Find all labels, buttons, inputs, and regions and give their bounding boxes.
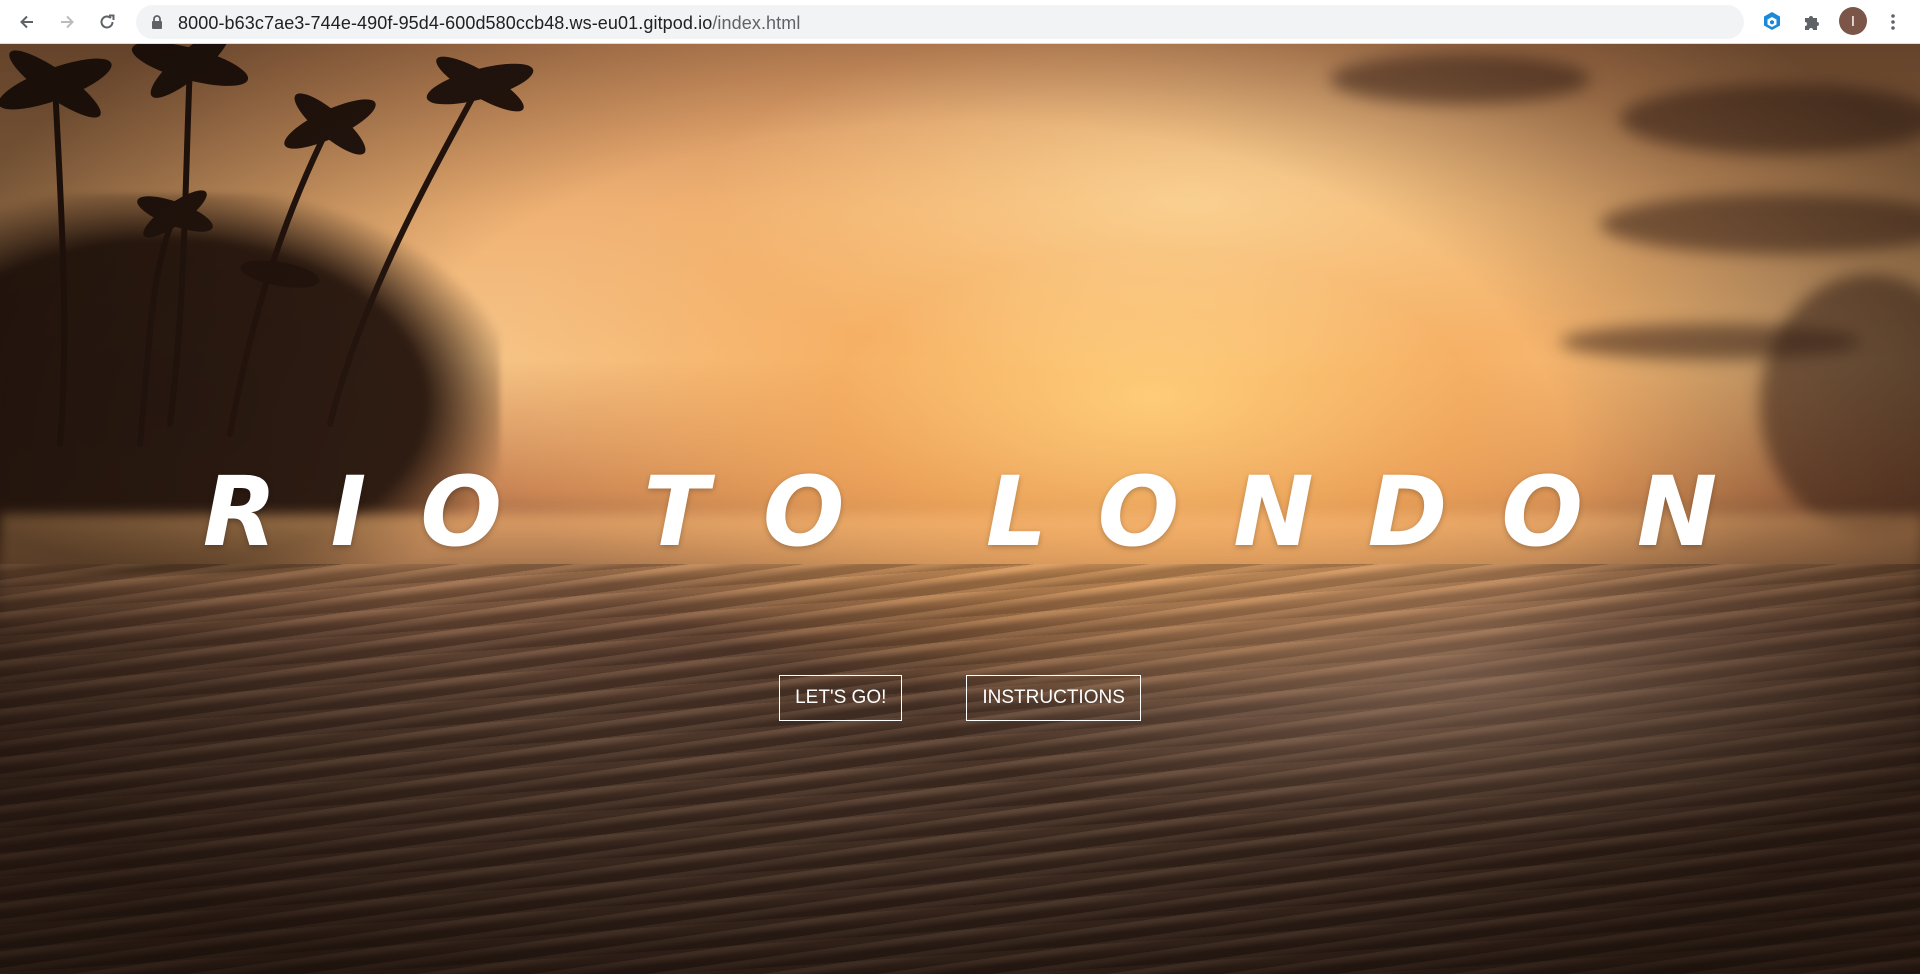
arrow-left-icon (20, 15, 33, 29)
forward-button[interactable] (53, 8, 81, 36)
page-title: RIO TO LONDON (202, 456, 1772, 569)
back-button[interactable] (13, 8, 41, 36)
browser-toolbar: 8000-b63c7ae3-744e-490f-95d4-600d580ccb4… (0, 0, 1920, 44)
arrow-right-icon (61, 15, 74, 29)
browser-menu-button[interactable] (1879, 8, 1907, 36)
url-text[interactable]: 8000-b63c7ae3-744e-490f-95d4-600d580ccb4… (178, 13, 800, 34)
lock-icon[interactable] (150, 14, 164, 30)
reload-button[interactable] (93, 8, 121, 36)
reload-icon (100, 14, 115, 29)
puzzle-icon (1805, 16, 1819, 30)
extension-button[interactable] (1758, 8, 1786, 36)
url-host: 8000-b63c7ae3-744e-490f-95d4-600d580ccb4… (178, 13, 713, 33)
cube-icon (1764, 12, 1780, 30)
url-path: /index.html (712, 13, 801, 33)
profile-avatar[interactable]: I (1839, 7, 1867, 35)
extensions-menu-button[interactable] (1798, 8, 1826, 36)
kebab-menu-icon (1891, 14, 1895, 30)
hero-actions: LET'S GO! INSTRUCTIONS (0, 675, 1920, 721)
lets-go-button[interactable]: LET'S GO! (779, 675, 903, 721)
instructions-button[interactable]: INSTRUCTIONS (966, 675, 1141, 721)
address-bar[interactable]: 8000-b63c7ae3-744e-490f-95d4-600d580ccb4… (136, 5, 1863, 39)
